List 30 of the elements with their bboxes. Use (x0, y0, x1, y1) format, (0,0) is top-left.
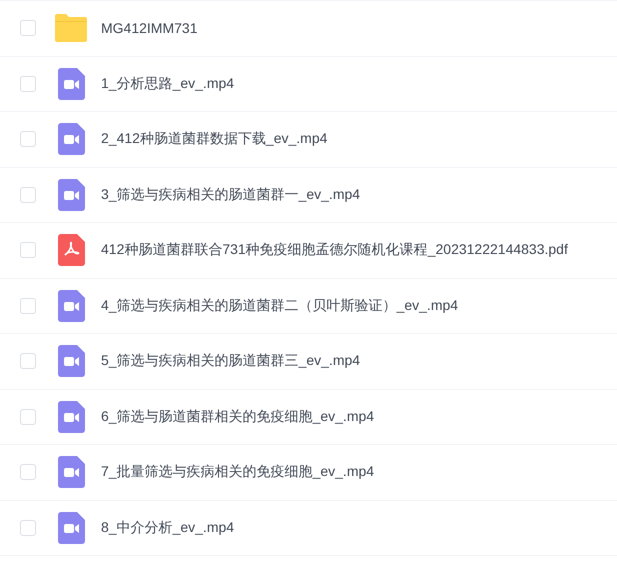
file-name[interactable]: 3_筛选与疾病相关的肠道菌群一_ev_.mp4 (101, 186, 360, 204)
folder-icon (55, 14, 87, 42)
file-name[interactable]: MG412IMM731 (101, 20, 198, 36)
video-file-icon (58, 456, 84, 488)
checkbox[interactable] (20, 520, 36, 536)
file-name[interactable]: 4_筛选与疾病相关的肠道菌群二（贝叶斯验证）_ev_.mp4 (101, 296, 458, 315)
checkbox[interactable] (20, 20, 36, 36)
video-file-icon (58, 290, 84, 322)
video-file-icon (58, 68, 84, 100)
checkbox[interactable] (20, 353, 36, 370)
checkbox[interactable] (20, 242, 36, 258)
pdf-file-icon (58, 234, 84, 266)
checkbox[interactable] (20, 464, 36, 480)
file-name[interactable]: 7_批量筛选与疾病相关的免疫细胞_ev_.mp4 (101, 463, 374, 482)
file-name[interactable]: 8_中介分析_ev_.mp4 (101, 518, 234, 537)
file-name[interactable]: 2_412种肠道菌群数据下载_ev_.mp4 (101, 130, 328, 148)
checkbox[interactable] (20, 186, 36, 203)
video-file-icon (58, 400, 84, 433)
checkbox[interactable] (20, 131, 36, 148)
checkbox[interactable] (20, 408, 36, 425)
video-file-icon (58, 512, 84, 544)
file-name[interactable]: 5_筛选与疾病相关的肠道菌群三_ev_.mp4 (101, 352, 360, 370)
file-name[interactable]: 1_分析思路_ev_.mp4 (101, 74, 234, 93)
file-name[interactable]: 412种肠道菌群联合731种免疫细胞孟德尔随机化课程_20231222144833.pdf (101, 241, 568, 260)
checkbox[interactable] (20, 76, 36, 92)
file-name[interactable]: 6_筛选与肠道菌群相关的免疫细胞_ev_.mp4 (101, 408, 374, 426)
video-file-icon (58, 345, 84, 378)
checkbox[interactable] (20, 298, 36, 314)
video-file-icon (58, 178, 84, 211)
video-file-icon (58, 123, 84, 156)
